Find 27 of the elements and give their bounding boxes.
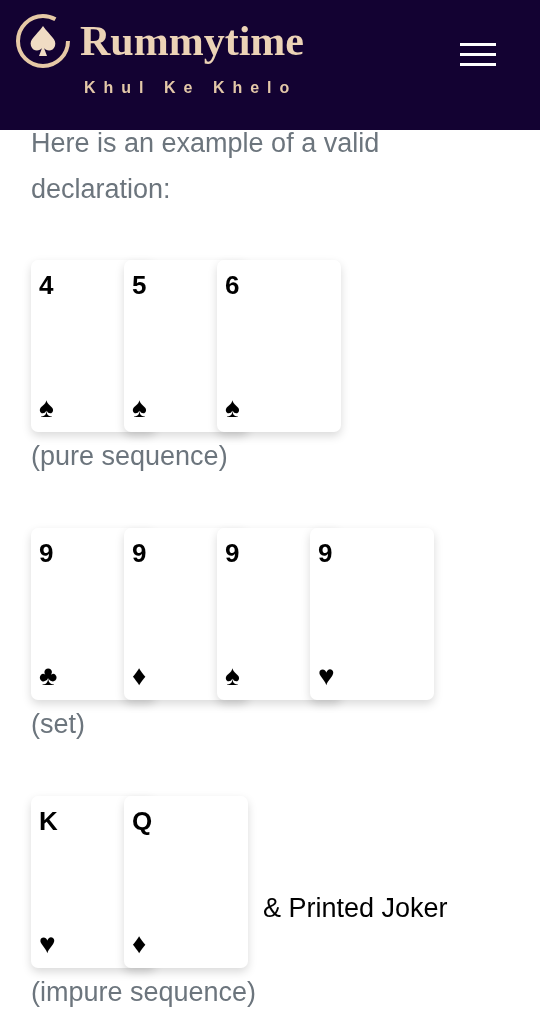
group-label: (impure sequence) xyxy=(31,977,257,1007)
card-suit: ♠ xyxy=(225,394,240,422)
tagline: Khul Ke Khelo xyxy=(84,78,299,98)
card-rank: 9 xyxy=(225,538,240,570)
card-rank: 9 xyxy=(132,538,147,570)
card-suit: ♦ xyxy=(132,930,147,958)
card-suit: ♣ xyxy=(39,662,58,690)
card-rank: 9 xyxy=(318,538,333,570)
card-suit: ♠ xyxy=(132,394,147,422)
card-suit: ♥ xyxy=(318,662,335,690)
card-rank: 4 xyxy=(39,270,54,302)
card-suit: ♥ xyxy=(39,930,56,958)
group-label: (pure sequence) xyxy=(31,441,228,471)
card-rank: K xyxy=(39,806,58,838)
menu-button[interactable] xyxy=(460,42,496,68)
card-rank: 5 xyxy=(132,270,147,302)
brand-name: Rummytime xyxy=(80,20,304,62)
card-suit: ♦ xyxy=(132,662,147,690)
logo-icon xyxy=(14,12,72,70)
card-rank: 9 xyxy=(39,538,54,570)
card-rank: Q xyxy=(132,806,153,838)
card-rank: 6 xyxy=(225,270,240,302)
intro-text: Here is an example of a valid declaration: xyxy=(30,127,381,206)
joker-note: & Printed Joker xyxy=(263,892,448,925)
card-suit: ♠ xyxy=(39,394,54,422)
card-suit: ♠ xyxy=(225,662,240,690)
group-label: (set) xyxy=(31,709,85,739)
